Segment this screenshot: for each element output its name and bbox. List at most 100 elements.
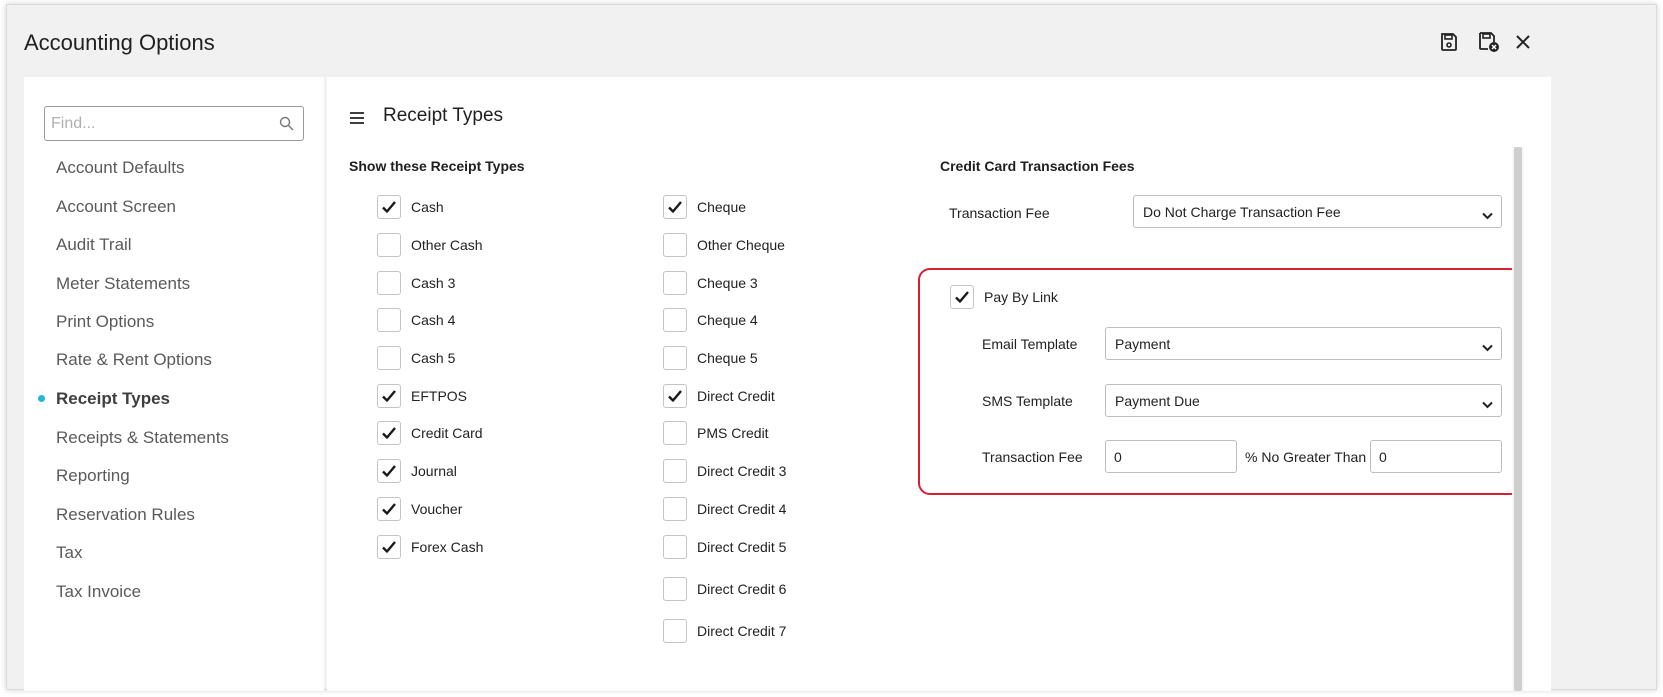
checkbox[interactable] (377, 346, 401, 370)
checkbox-label: PMS Credit (697, 425, 769, 441)
checkmark-icon (954, 290, 970, 304)
pbl-transaction-fee-input[interactable] (1105, 440, 1237, 473)
checkbox[interactable] (663, 577, 687, 601)
checkbox[interactable] (377, 308, 401, 332)
save-close-icon (1477, 31, 1501, 58)
chevron-down-icon (1482, 396, 1493, 414)
checkbox[interactable] (377, 271, 401, 295)
checkbox-label: Cash 4 (411, 312, 456, 328)
email-template-select[interactable]: Payment (1105, 327, 1502, 360)
checkbox-label: Direct Credit 5 (697, 539, 787, 555)
checkmark-icon (667, 200, 683, 214)
no-greater-than-label: % No Greater Than (1245, 449, 1367, 465)
receipt-type-direct-credit-6: Direct Credit 6 (663, 576, 786, 602)
close-button[interactable] (1509, 30, 1537, 58)
sidebar-item-account-defaults[interactable]: Account Defaults (56, 158, 185, 178)
checkbox[interactable] (663, 195, 687, 219)
checkbox-label: Voucher (411, 501, 463, 517)
checkbox[interactable] (377, 421, 401, 445)
no-greater-than-input[interactable] (1370, 440, 1502, 473)
checkbox[interactable] (950, 285, 974, 309)
hamburger-menu-icon[interactable] (349, 111, 365, 130)
receipt-type-direct-credit: Direct Credit (663, 383, 775, 409)
checkbox[interactable] (377, 384, 401, 408)
checkbox[interactable] (663, 308, 687, 332)
receipt-type-cash-4: Cash 4 (377, 307, 455, 333)
checkbox[interactable] (663, 346, 687, 370)
checkbox-label: Journal (411, 463, 457, 479)
receipt-type-credit-card: Credit Card (377, 420, 483, 446)
close-icon (1515, 34, 1531, 55)
title-bar: Accounting Options (7, 5, 1656, 71)
checkbox-label: Cash (411, 199, 444, 215)
checkbox[interactable] (663, 459, 687, 483)
checkbox[interactable] (663, 233, 687, 257)
sidebar: Account Defaults Account Screen Audit Tr… (24, 77, 324, 691)
checkmark-icon (667, 389, 683, 403)
sidebar-item-audit-trail[interactable]: Audit Trail (56, 235, 132, 255)
checkbox-label: Credit Card (411, 425, 483, 441)
sidebar-item-receipts-statements[interactable]: Receipts & Statements (56, 428, 229, 448)
checkbox-label: Direct Credit (697, 388, 775, 404)
checkbox[interactable] (663, 384, 687, 408)
sidebar-item-print-options[interactable]: Print Options (56, 312, 154, 332)
vertical-scrollbar[interactable] (1512, 147, 1524, 691)
pbl-transaction-fee-label: Transaction Fee (982, 449, 1083, 465)
transaction-fee-select[interactable]: Do Not Charge Transaction Fee (1133, 195, 1502, 228)
transaction-fee-label: Transaction Fee (949, 205, 1050, 221)
main-panel: Receipt Types Show these Receipt Types C… (327, 77, 1551, 691)
receipt-type-pms-credit: PMS Credit (663, 420, 769, 446)
receipt-types-heading: Show these Receipt Types (349, 158, 525, 174)
checkbox[interactable] (663, 271, 687, 295)
save-button[interactable] (1435, 30, 1463, 58)
checkmark-icon (381, 200, 397, 214)
checkbox[interactable] (663, 497, 687, 521)
sms-template-label: SMS Template (982, 393, 1073, 409)
sidebar-item-meter-statements[interactable]: Meter Statements (56, 274, 190, 294)
checkbox-label: Direct Credit 7 (697, 623, 787, 639)
checkmark-icon (381, 426, 397, 440)
receipt-type-direct-credit-4: Direct Credit 4 (663, 496, 786, 522)
checkbox-label: Cheque 3 (697, 275, 758, 291)
chevron-down-icon (1482, 207, 1493, 225)
sidebar-item-receipt-types[interactable]: Receipt Types (56, 389, 170, 409)
select-value: Payment Due (1115, 393, 1200, 409)
checkmark-icon (381, 540, 397, 554)
save-icon (1439, 32, 1459, 57)
sidebar-item-reservation-rules[interactable]: Reservation Rules (56, 505, 195, 525)
receipt-type-other-cheque: Other Cheque (663, 232, 785, 258)
email-template-label: Email Template (982, 336, 1078, 352)
sidebar-item-account-screen[interactable]: Account Screen (56, 197, 176, 217)
window-title: Accounting Options (24, 30, 215, 55)
sidebar-item-reporting[interactable]: Reporting (56, 466, 130, 486)
checkbox[interactable] (377, 233, 401, 257)
receipt-type-other-cash: Other Cash (377, 232, 483, 258)
sidebar-item-tax[interactable]: Tax (56, 543, 82, 563)
save-close-button[interactable] (1475, 30, 1503, 58)
checkbox[interactable] (377, 195, 401, 219)
checkbox[interactable] (663, 619, 687, 643)
search-icon[interactable] (279, 116, 294, 136)
checkbox-label: Pay By Link (984, 289, 1058, 305)
checkbox[interactable] (377, 459, 401, 483)
receipt-type-cheque-5: Cheque 5 (663, 345, 758, 371)
receipt-type-direct-credit-7: Direct Credit 7 (663, 618, 786, 644)
accounting-options-window: Accounting Options Account Defaults Acco… (6, 4, 1657, 691)
sidebar-item-rate-rent-options[interactable]: Rate & Rent Options (56, 350, 212, 370)
checkbox-label: Cheque (697, 199, 747, 215)
page-title: Receipt Types (383, 105, 504, 126)
search-input[interactable] (51, 113, 261, 135)
checkbox[interactable] (663, 535, 687, 559)
checkbox-label: Cash 5 (411, 350, 456, 366)
receipt-type-cheque-4: Cheque 4 (663, 307, 758, 333)
checkbox[interactable] (377, 497, 401, 521)
scrollbar-thumb[interactable] (1514, 147, 1522, 691)
sidebar-item-tax-invoice[interactable]: Tax Invoice (56, 582, 141, 602)
receipt-type-voucher: Voucher (377, 496, 462, 522)
pay-by-link-option: Pay By Link (950, 284, 1058, 310)
checkbox[interactable] (663, 421, 687, 445)
select-value: Payment (1115, 336, 1171, 352)
sms-template-select[interactable]: Payment Due (1105, 384, 1502, 417)
checkbox-label: Cheque 4 (697, 312, 758, 328)
checkbox[interactable] (377, 535, 401, 559)
